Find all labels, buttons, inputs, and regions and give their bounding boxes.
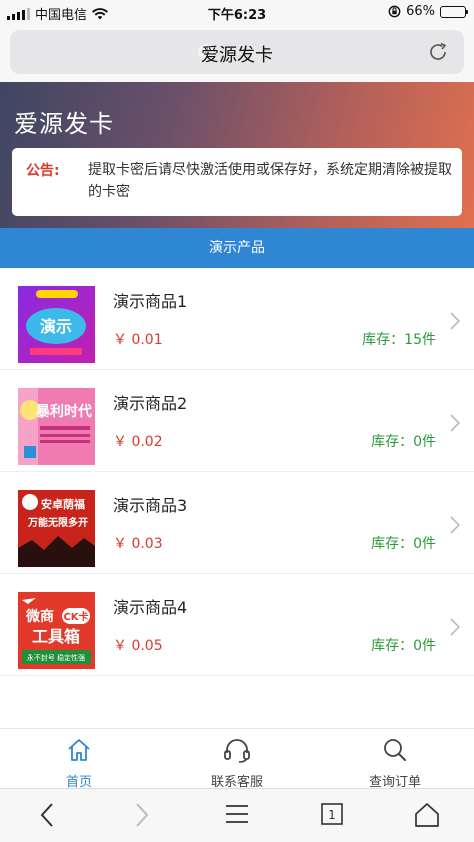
notice-label: 公告: [26, 163, 60, 179]
product-thumb-3: 安卓荫福 万能无限多开 [18, 490, 95, 567]
product-price: ￥ 0.03 [113, 536, 163, 552]
tabs-icon: 1 [320, 803, 343, 825]
rotation-lock-icon [388, 5, 401, 18]
reload-icon[interactable] [426, 40, 450, 64]
product-list: 演示 演示商品1 ￥ 0.01 库存：15件 暴利时代 演示商品2 ￥ 0.02… [0, 268, 474, 676]
browser-header: ? 爱源发卡 [0, 24, 474, 82]
section-header: 演示产品 [0, 228, 474, 268]
home-button[interactable] [379, 789, 474, 842]
chevron-right-icon [450, 516, 460, 534]
product-thumb-4: 微商 CK卡 工具箱 永不封号 稳定性强 [18, 592, 95, 669]
nav-home[interactable]: 首页 [0, 729, 158, 790]
thumb4-badge: CK卡 [63, 610, 88, 623]
back-button[interactable] [0, 789, 95, 842]
thumb3-text-2: 万能无限多开 [27, 516, 88, 529]
battery-percent: 66% [406, 4, 435, 19]
notice-card: 公告: 提取卡密后请尽快激活使用或保存好，系统定期清除被提取的卡密 [12, 148, 462, 216]
chevron-right-icon [450, 618, 460, 636]
product-name: 演示商品1 [113, 292, 188, 311]
thumb4-text-1: 微商 [25, 608, 54, 625]
chevron-right-icon [136, 803, 149, 827]
product-stock: 库存：15件 [362, 332, 436, 348]
home-icon [68, 739, 90, 761]
status-bar: 中国电信 下午6:23 66% [0, 0, 474, 24]
product-price: ￥ 0.05 [113, 638, 163, 654]
chevron-right-icon [450, 312, 460, 330]
product-item-2[interactable]: 暴利时代 演示商品2 ￥ 0.02 库存：0件 [0, 370, 474, 472]
tabs-count: 1 [328, 808, 336, 822]
product-name: 演示商品4 [113, 598, 188, 617]
site-title: 爱源发卡 [14, 110, 114, 138]
thumb3-text-1: 安卓荫福 [41, 497, 85, 511]
chevron-left-icon [41, 803, 54, 827]
headset-icon [224, 739, 250, 763]
product-thumb-1: 演示 [18, 286, 95, 363]
battery-icon [440, 5, 468, 18]
product-item-4[interactable]: 微商 CK卡 工具箱 永不封号 稳定性强 演示商品4 ￥ 0.05 库存：0件 [0, 574, 474, 676]
menu-button[interactable] [190, 789, 285, 842]
product-name: 演示商品3 [113, 496, 188, 515]
thumb4-text-3: 永不封号 稳定性强 [27, 653, 85, 662]
product-stock: 库存：0件 [371, 434, 436, 450]
product-price: ￥ 0.01 [113, 332, 163, 348]
house-icon [414, 803, 439, 827]
status-right: 66% [388, 4, 468, 19]
thumb1-text: 演示 [40, 317, 72, 336]
menu-icon [225, 805, 248, 823]
product-item-3[interactable]: 安卓荫福 万能无限多开 演示商品3 ￥ 0.03 库存：0件 [0, 472, 474, 574]
bottom-nav: 首页 联系客服 查询订单 [0, 728, 474, 790]
address-title: 爱源发卡 [201, 45, 273, 66]
chevron-right-icon [450, 414, 460, 432]
product-price: ￥ 0.02 [113, 434, 163, 450]
browser-toolbar: 1 [0, 788, 474, 842]
product-thumb-2: 暴利时代 [18, 388, 95, 465]
product-name: 演示商品2 [113, 394, 188, 413]
tabs-button[interactable]: 1 [284, 789, 379, 842]
product-item-1[interactable]: 演示 演示商品1 ￥ 0.01 库存：15件 [0, 268, 474, 370]
nav-support[interactable]: 联系客服 [158, 729, 316, 790]
nav-orders[interactable]: 查询订单 [316, 729, 474, 790]
hero-banner: 爱源发卡 公告: 提取卡密后请尽快激活使用或保存好，系统定期清除被提取的卡密 [0, 82, 474, 228]
forward-button[interactable] [95, 789, 190, 842]
notice-text: 提取卡密后请尽快激活使用或保存好，系统定期清除被提取的卡密 [88, 162, 452, 200]
search-icon [384, 739, 406, 761]
thumb2-text: 暴利时代 [35, 403, 92, 420]
product-stock: 库存：0件 [371, 536, 436, 552]
product-stock: 库存：0件 [371, 638, 436, 654]
address-bar[interactable]: ? 爱源发卡 [10, 30, 464, 74]
thumb4-text-2: 工具箱 [32, 627, 80, 646]
